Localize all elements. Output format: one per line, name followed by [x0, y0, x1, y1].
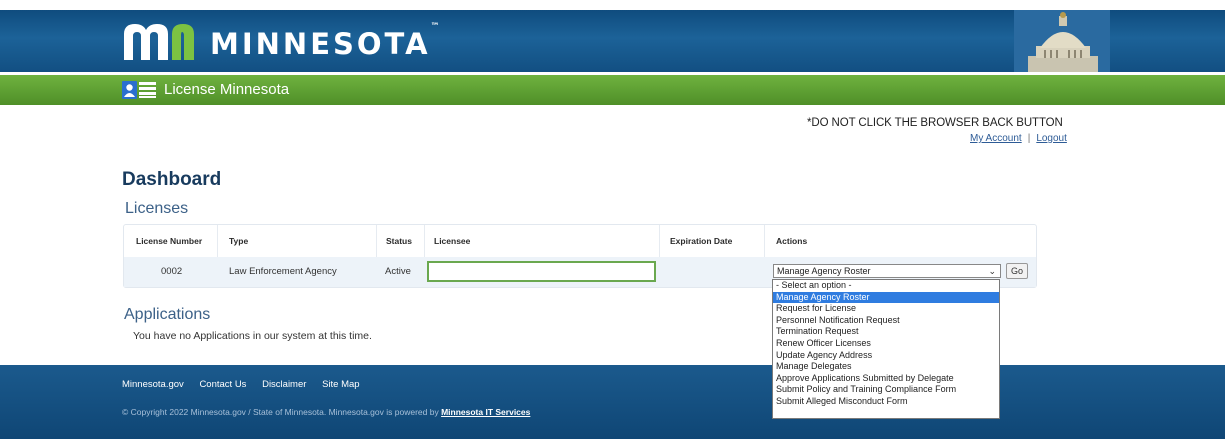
go-button[interactable]: Go — [1006, 263, 1028, 279]
account-separator: | — [1027, 133, 1031, 144]
dropdown-option[interactable]: Request for License — [773, 303, 999, 315]
column-header-licensee: Licensee — [434, 236, 471, 246]
applications-empty-message: You have no Applications in our system a… — [133, 330, 372, 342]
site-header: MINNESOTA™ — [0, 10, 1225, 72]
licensee-input[interactable] — [427, 261, 656, 282]
account-links: My Account | Logout — [970, 133, 1067, 144]
capitol-building-icon — [1014, 10, 1110, 72]
footer-link-site-map[interactable]: Site Map — [322, 379, 360, 390]
dropdown-option[interactable]: Personnel Notification Request — [773, 315, 999, 327]
dropdown-option[interactable]: Update Agency Address — [773, 350, 999, 362]
site-footer: Minnesota.gov Contact Us Disclaimer Site… — [0, 365, 1225, 439]
copyright-text: © Copyright 2022 Minnesota.gov / State o… — [122, 407, 439, 417]
minnesota-it-services-link[interactable]: Minnesota IT Services — [441, 407, 530, 417]
licenses-heading: Licenses — [125, 200, 189, 217]
dropdown-option[interactable]: Termination Request — [773, 326, 999, 338]
column-header-license-number: License Number — [136, 236, 203, 246]
app-title[interactable]: License Minnesota — [164, 81, 289, 98]
logout-link[interactable]: Logout — [1036, 133, 1067, 144]
type-cell: Law Enforcement Agency — [229, 266, 337, 277]
footer-link-minnesota-gov[interactable]: Minnesota.gov — [122, 379, 184, 390]
footer-link-disclaimer[interactable]: Disclaimer — [262, 379, 306, 390]
dropdown-option[interactable]: Approve Applications Submitted by Delega… — [773, 373, 999, 385]
applications-heading: Applications — [124, 306, 211, 323]
column-header-actions: Actions — [776, 236, 808, 246]
dropdown-option[interactable]: Submit Policy and Training Compliance Fo… — [773, 384, 999, 396]
column-header-type: Type — [229, 236, 249, 246]
minnesota-logo-icon[interactable] — [122, 20, 200, 62]
logo-text: MINNESOTA — [210, 27, 431, 61]
actions-select-value: Manage Agency Roster — [777, 266, 871, 276]
footer-links: Minnesota.gov Contact Us Disclaimer Site… — [122, 379, 373, 390]
license-number-cell: 0002 — [161, 266, 183, 277]
license-card-icon — [122, 81, 156, 99]
dropdown-option[interactable]: Manage Delegates — [773, 361, 999, 373]
my-account-link[interactable]: My Account — [970, 133, 1022, 144]
table-header: License Number Type Status Licensee Expi… — [124, 225, 1036, 255]
column-header-expiration-date: Expiration Date — [670, 236, 733, 246]
back-button-warning: *DO NOT CLICK THE BROWSER BACK BUTTON — [807, 117, 1063, 129]
status-cell: Active — [385, 266, 411, 277]
minnesota-wordmark: MINNESOTA™ — [210, 22, 440, 61]
actions-select[interactable]: Manage Agency Roster ⌄ — [773, 264, 1001, 278]
page-title: Dashboard — [122, 169, 222, 190]
app-title-bar: License Minnesota — [0, 75, 1225, 105]
dropdown-option-highlighted[interactable]: Manage Agency Roster — [773, 291, 999, 304]
dropdown-option[interactable]: - Select an option - — [773, 280, 999, 292]
footer-link-contact-us[interactable]: Contact Us — [199, 379, 246, 390]
footer-copyright: © Copyright 2022 Minnesota.gov / State o… — [122, 407, 530, 417]
dropdown-option[interactable]: Submit Alleged Misconduct Form — [773, 396, 999, 408]
actions-dropdown-list: - Select an option - Manage Agency Roste… — [772, 279, 1000, 419]
column-header-status: Status — [386, 236, 412, 246]
dropdown-option[interactable]: Renew Officer Licenses — [773, 338, 999, 350]
chevron-down-icon: ⌄ — [988, 266, 996, 276]
